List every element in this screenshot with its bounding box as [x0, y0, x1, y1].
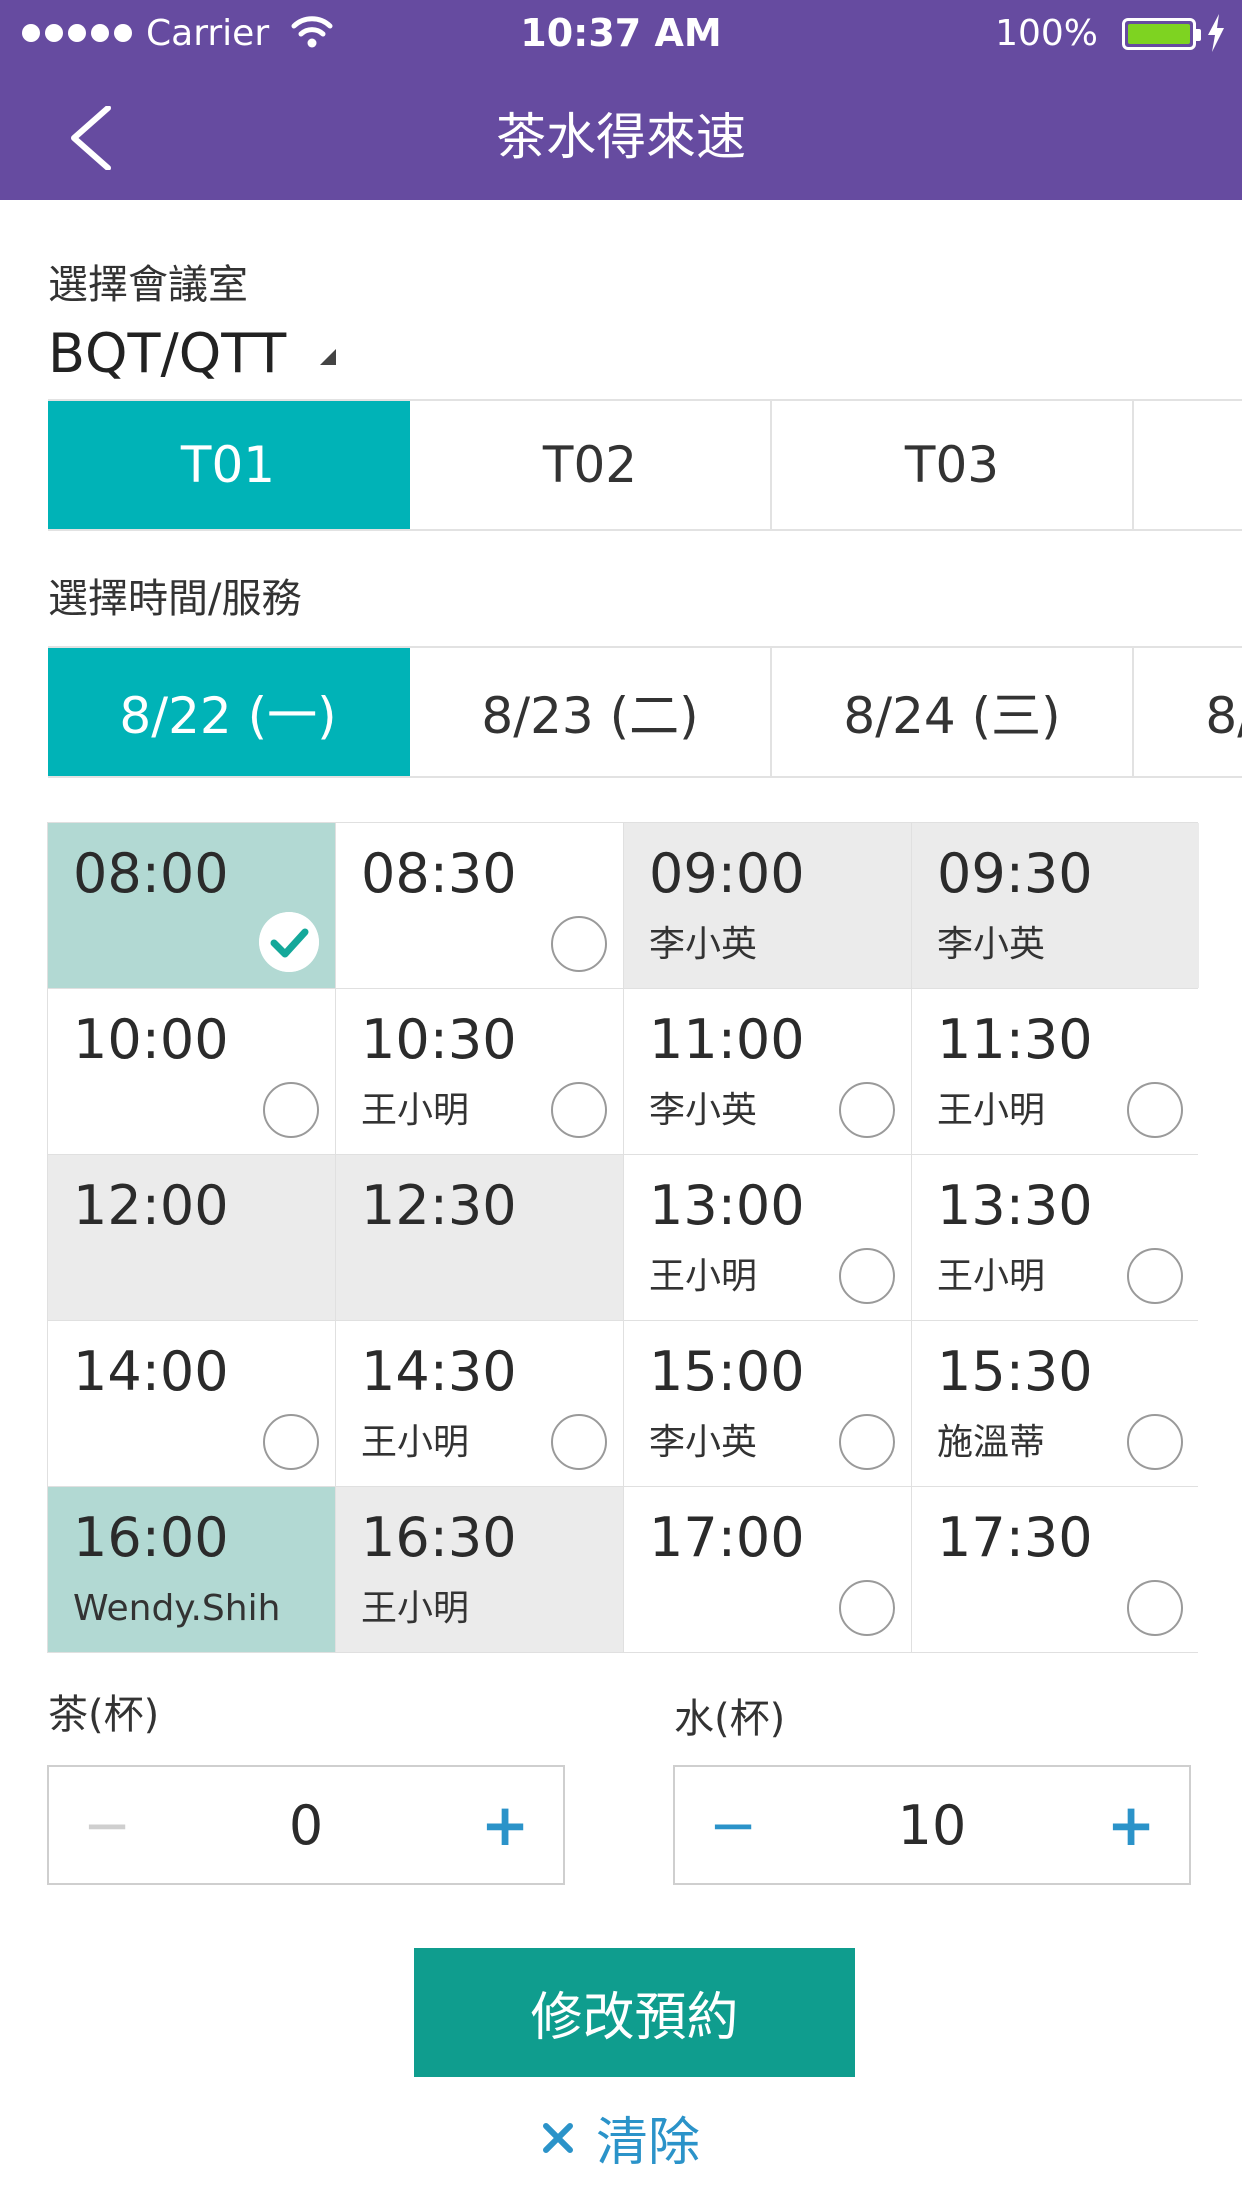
- slot-time: 13:30: [937, 1174, 1093, 1237]
- time-slot[interactable]: 11:30 王小明: [912, 989, 1199, 1154]
- slot-booker-name: 王小明: [649, 1256, 758, 1297]
- clear-button[interactable]: 清除: [0, 2100, 1242, 2175]
- slot-time: 15:00: [649, 1340, 805, 1403]
- slot-booker-name: 李小英: [937, 924, 1046, 965]
- tab-date-0825[interactable]: 8/25 (四): [1134, 648, 1242, 776]
- slot-time: 14:00: [73, 1340, 229, 1403]
- radio-empty-icon[interactable]: [263, 1414, 319, 1470]
- tea-label: 茶(杯): [48, 1692, 160, 1738]
- radio-empty-icon[interactable]: [839, 1580, 895, 1636]
- tab-date-0823[interactable]: 8/23 (二): [410, 648, 772, 776]
- time-slot[interactable]: 08:30: [336, 823, 623, 988]
- time-slot[interactable]: 14:00: [48, 1321, 335, 1486]
- slot-time: 15:30: [937, 1340, 1093, 1403]
- tea-plus-button[interactable]: +: [467, 1787, 543, 1863]
- tab-room-t03[interactable]: T03: [772, 401, 1134, 529]
- slot-time: 12:00: [73, 1174, 229, 1237]
- battery-percent: 100%: [995, 13, 1098, 54]
- radio-empty-icon[interactable]: [839, 1082, 895, 1138]
- time-slot[interactable]: 15:00 李小英: [624, 1321, 911, 1486]
- slot-time: 10:00: [73, 1008, 229, 1071]
- time-slot-grid: 08:00 08:30 09:00 李小英 09:30 李小英 10:00 10:30 王小明 1…: [47, 822, 1199, 1653]
- time-slot: 16:30 王小明: [336, 1487, 623, 1652]
- radio-empty-icon[interactable]: [1127, 1580, 1183, 1636]
- water-plus-button[interactable]: +: [1093, 1787, 1169, 1863]
- slot-time: 09:00: [649, 842, 805, 905]
- tab-room-t04[interactable]: [1134, 401, 1242, 529]
- time-slot[interactable]: 17:30: [912, 1487, 1199, 1652]
- slot-time: 11:00: [649, 1008, 805, 1071]
- slot-booker-name: 李小英: [649, 1422, 758, 1463]
- slot-time: 10:30: [361, 1008, 517, 1071]
- slot-time: 16:00: [73, 1506, 229, 1569]
- slot-time: 16:30: [361, 1506, 517, 1569]
- tea-quantity-stepper: − 0 +: [47, 1765, 565, 1885]
- room-section-label: 選擇會議室: [48, 262, 248, 308]
- time-slot: 09:30 李小英: [912, 823, 1199, 988]
- time-slot: 12:00: [48, 1155, 335, 1320]
- battery-icon: [1122, 18, 1201, 50]
- room-dropdown[interactable]: BQT/QTT: [48, 322, 337, 386]
- slot-time: 14:30: [361, 1340, 517, 1403]
- slot-booker-name: 王小明: [937, 1090, 1046, 1131]
- check-circle-icon[interactable]: [259, 912, 319, 972]
- tab-room-t01[interactable]: T01: [48, 401, 410, 529]
- time-slot[interactable]: 17:00: [624, 1487, 911, 1652]
- time-slot[interactable]: 10:30 王小明: [336, 989, 623, 1154]
- radio-empty-icon[interactable]: [551, 916, 607, 972]
- bolt-icon: [1208, 14, 1224, 52]
- radio-empty-icon[interactable]: [839, 1414, 895, 1470]
- tab-room-t02[interactable]: T02: [410, 401, 772, 529]
- radio-empty-icon[interactable]: [1127, 1248, 1183, 1304]
- time-section-label: 選擇時間/服務: [48, 576, 302, 622]
- slot-booker-name: 施溫蒂: [937, 1422, 1046, 1463]
- time-slot: 16:00 Wendy.Shih: [48, 1487, 335, 1652]
- slot-time: 09:30: [937, 842, 1093, 905]
- room-tabs: T01 T02 T03: [48, 399, 1242, 531]
- status-bar: Carrier 10:37 AM 100%: [0, 0, 1242, 68]
- slot-time: 08:00: [73, 842, 229, 905]
- time-slot[interactable]: 14:30 王小明: [336, 1321, 623, 1486]
- slot-time: 08:30: [361, 842, 517, 905]
- slot-time: 11:30: [937, 1008, 1093, 1071]
- slot-time: 17:30: [937, 1506, 1093, 1569]
- radio-empty-icon[interactable]: [263, 1082, 319, 1138]
- nav-bar: 茶水得來速: [0, 68, 1242, 200]
- x-icon: [542, 2122, 573, 2153]
- water-label: 水(杯): [674, 1696, 786, 1742]
- slot-booker-name: 王小明: [361, 1422, 470, 1463]
- clear-label: 清除: [595, 2113, 700, 2173]
- date-tabs: 8/22 (一) 8/23 (二) 8/24 (三) 8/25 (四): [48, 646, 1242, 778]
- room-dropdown-value: BQT/QTT: [48, 322, 287, 385]
- time-slot: 09:00 李小英: [624, 823, 911, 988]
- triangle-down-icon: [320, 349, 337, 366]
- slot-booker-name: 王小明: [361, 1588, 470, 1629]
- time-slot: 12:30: [336, 1155, 623, 1320]
- time-slot[interactable]: 15:30 施溫蒂: [912, 1321, 1199, 1486]
- tab-date-0822[interactable]: 8/22 (一): [48, 648, 410, 776]
- radio-empty-icon[interactable]: [839, 1248, 895, 1304]
- radio-empty-icon[interactable]: [1127, 1082, 1183, 1138]
- update-reservation-button[interactable]: 修改預約: [414, 1948, 855, 2077]
- slot-time: 12:30: [361, 1174, 517, 1237]
- time-slot[interactable]: 08:00: [48, 823, 335, 988]
- slot-booker-name: 王小明: [361, 1090, 470, 1131]
- water-quantity-stepper: − 10 +: [673, 1765, 1191, 1885]
- slot-time: 13:00: [649, 1174, 805, 1237]
- page-title: 茶水得來速: [496, 108, 746, 166]
- time-slot[interactable]: 13:00 王小明: [624, 1155, 911, 1320]
- time-slot[interactable]: 13:30 王小明: [912, 1155, 1199, 1320]
- tab-date-0824[interactable]: 8/24 (三): [772, 648, 1134, 776]
- slot-booker-name: 王小明: [937, 1256, 1046, 1297]
- slot-time: 17:00: [649, 1506, 805, 1569]
- slot-booker-name: 李小英: [649, 924, 758, 965]
- time-slot[interactable]: 11:00 李小英: [624, 989, 911, 1154]
- radio-empty-icon[interactable]: [1127, 1414, 1183, 1470]
- time-slot[interactable]: 10:00: [48, 989, 335, 1154]
- radio-empty-icon[interactable]: [551, 1082, 607, 1138]
- radio-empty-icon[interactable]: [551, 1414, 607, 1470]
- slot-booker-name: 李小英: [649, 1090, 758, 1131]
- slot-booker-name: Wendy.Shih: [73, 1588, 281, 1629]
